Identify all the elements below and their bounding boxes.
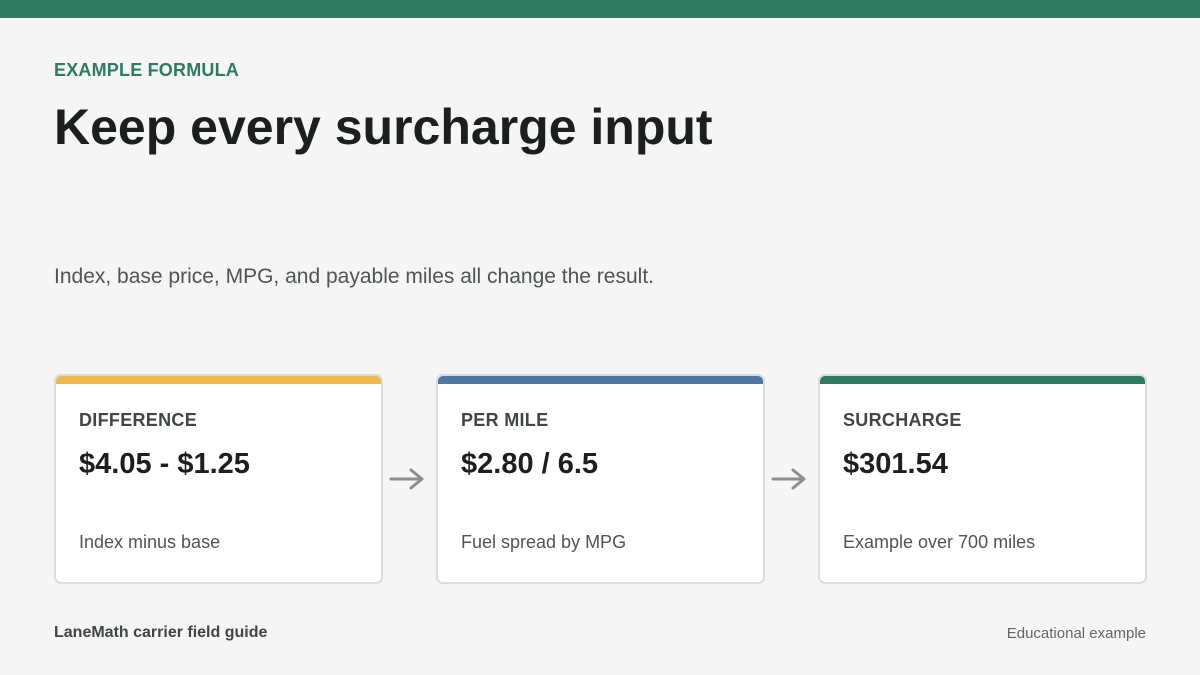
card-surcharge-accent-bar	[820, 376, 1145, 384]
card-difference-accent-bar	[56, 376, 381, 384]
card-per-mile-accent-bar	[438, 376, 763, 384]
card-difference-value: $4.05 - $1.25	[79, 448, 250, 480]
card-difference-label: DIFFERENCE	[79, 410, 198, 430]
arrow-right-icon	[389, 468, 424, 490]
card-per-mile-note: Fuel spread by MPG	[461, 532, 627, 552]
card-difference-note: Index minus base	[79, 532, 221, 552]
card-per-mile-value: $2.80 / 6.5	[461, 448, 599, 480]
card-per-mile-label: PER MILE	[461, 410, 549, 430]
page-subtitle: Index, base price, MPG, and payable mile…	[54, 265, 654, 288]
footer-brand: LaneMath carrier field guide	[54, 624, 268, 641]
card-per-mile: PER MILE $2.80 / 6.5 Fuel spread by MPG	[436, 374, 765, 584]
card-surcharge: SURCHARGE $301.54 Example over 700 miles	[818, 374, 1147, 584]
footer-note: Educational example	[1006, 625, 1146, 642]
eyebrow-label: EXAMPLE FORMULA	[54, 60, 239, 80]
page-title: Keep every surcharge input	[54, 99, 713, 155]
top-accent-bar	[0, 0, 1200, 18]
card-surcharge-value: $301.54	[843, 448, 948, 480]
card-difference: DIFFERENCE $4.05 - $1.25 Index minus bas…	[54, 374, 383, 584]
card-surcharge-label: SURCHARGE	[843, 410, 962, 430]
arrow-right-icon	[771, 468, 806, 490]
card-surcharge-note: Example over 700 miles	[843, 532, 1036, 552]
